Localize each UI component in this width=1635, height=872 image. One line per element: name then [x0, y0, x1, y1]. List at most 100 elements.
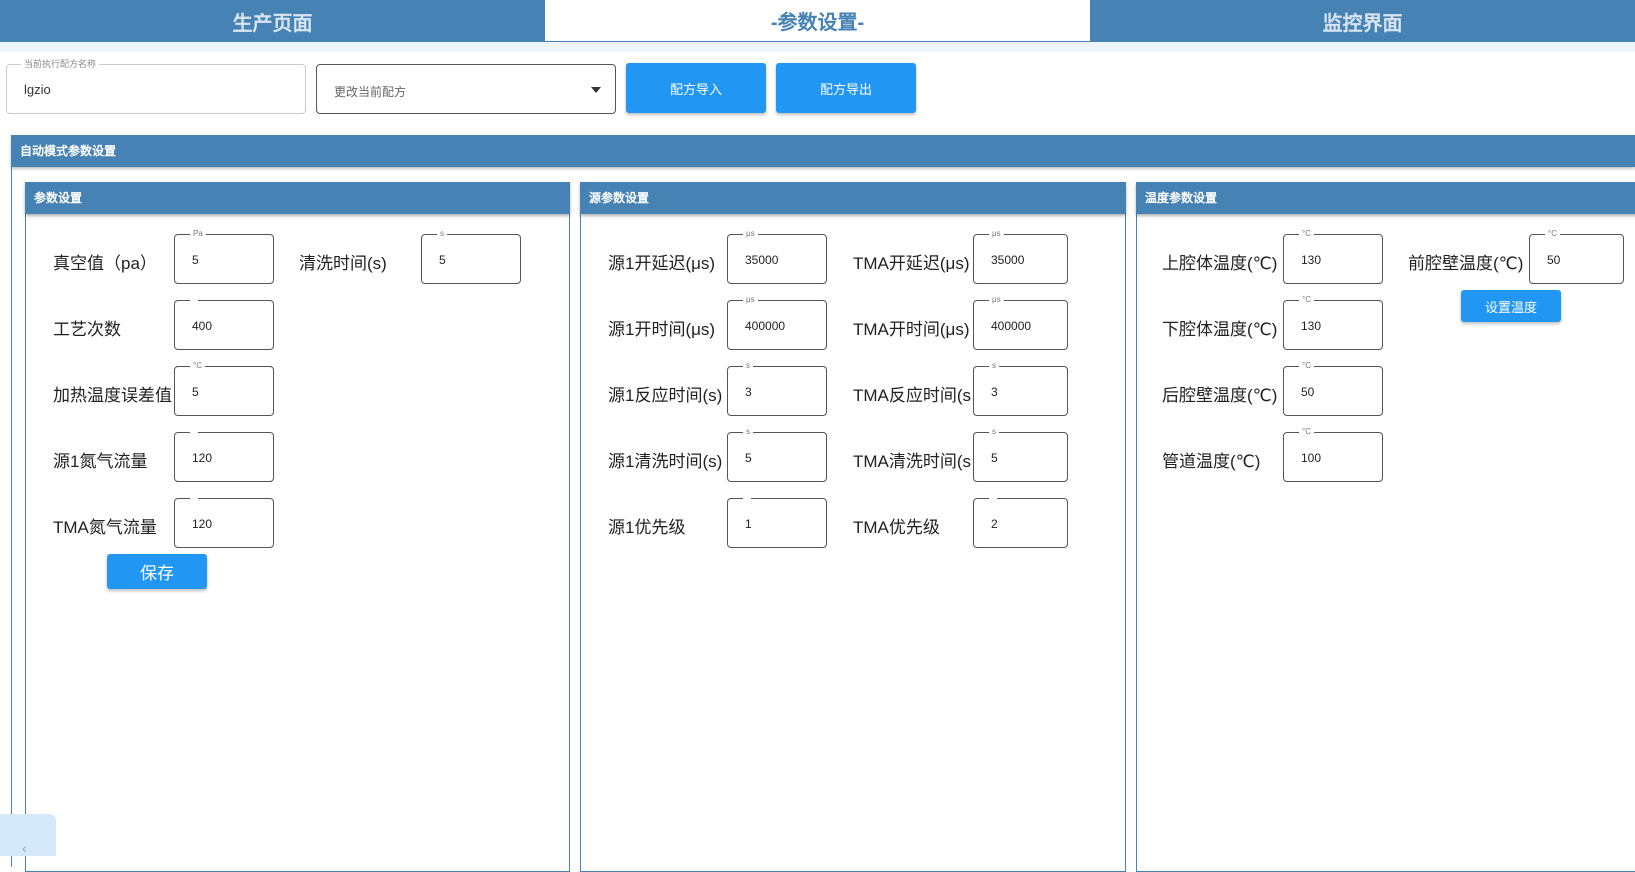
tab-production[interactable]: 生产页面 [0, 0, 545, 42]
save-button[interactable]: 保存 [107, 554, 207, 589]
tma-clean-time-value: 5 [991, 451, 998, 465]
top-tab-bar: 生产页面 -参数设置- 监控界面 [0, 0, 1635, 42]
tma-react-time-value: 3 [991, 385, 998, 399]
tma-open-delay-label: TMA开延迟(μs) [853, 254, 970, 273]
tma-open-time-unit: μs [989, 295, 1004, 305]
tma-n2-flow-label: TMA氮气流量 [53, 518, 157, 537]
src1-react-time-label: 源1反应时间(s) [608, 386, 723, 405]
src1-priority-label: 源1优先级 [608, 518, 686, 537]
src1-priority-input[interactable]: 1 [727, 493, 827, 548]
tma-clean-time-input[interactable]: s 5 [973, 427, 1068, 482]
temperature-panel-title: 温度参数设置 [1136, 182, 1635, 214]
upper-chamber-temp-unit: °C [1299, 229, 1314, 239]
src1-clean-time-unit: s [743, 427, 753, 437]
recipe-export-button[interactable]: 配方导出 [776, 63, 916, 113]
src1-open-time-unit: μs [743, 295, 758, 305]
clean-time-label: 清洗时间(s) [299, 254, 387, 273]
tma-priority-value: 2 [991, 517, 998, 531]
lower-chamber-temp-input[interactable]: °C 130 [1283, 295, 1383, 350]
change-recipe-placeholder: 更改当前配方 [334, 85, 407, 99]
pipe-temp-label: 管道温度(℃) [1162, 452, 1261, 471]
src1-open-time-label: 源1开时间(μs) [608, 320, 716, 339]
pipe-temp-unit: °C [1299, 427, 1314, 437]
pipe-temp-value: 100 [1301, 451, 1322, 465]
recipe-import-button[interactable]: 配方导入 [626, 63, 766, 113]
tab-strip [0, 42, 1635, 52]
src1-open-delay-value: 35000 [745, 253, 779, 267]
src1-open-time-value: 400000 [745, 319, 786, 333]
params-panel-title: 参数设置 [25, 182, 570, 214]
src1-clean-time-label: 源1清洗时间(s) [608, 452, 723, 471]
rear-wall-temp-value: 50 [1301, 385, 1315, 399]
process-count-value: 400 [192, 319, 213, 333]
change-recipe-select[interactable]: 更改当前配方 [316, 64, 616, 114]
lower-chamber-temp-value: 130 [1301, 319, 1322, 333]
current-recipe-field: 当前执行配方名称 lgzio [6, 58, 306, 114]
upper-chamber-temp-value: 130 [1301, 253, 1322, 267]
dropdown-arrow-icon [591, 87, 601, 93]
tma-react-time-unit: s [989, 361, 999, 371]
tma-priority-input[interactable]: 2 [973, 493, 1068, 548]
pipe-temp-input[interactable]: °C 100 [1283, 427, 1383, 482]
vacuum-input[interactable]: Pa 5 [174, 229, 274, 284]
tma-clean-time-unit: s [989, 427, 999, 437]
tab-monitoring[interactable]: 监控界面 [1090, 0, 1635, 42]
tma-open-delay-input[interactable]: μs 35000 [973, 229, 1068, 284]
tma-priority-unit [989, 493, 997, 503]
clean-time-input[interactable]: s 5 [421, 229, 521, 284]
tma-open-time-value: 400000 [991, 319, 1032, 333]
clean-time-unit: s [437, 229, 447, 239]
src1-open-delay-input[interactable]: μs 35000 [727, 229, 827, 284]
auto-mode-section-title: 自动模式参数设置 [11, 135, 1635, 167]
front-wall-temp-input[interactable]: °C 50 [1529, 229, 1624, 284]
src1-n2-flow-input[interactable]: 120 [174, 427, 274, 482]
tma-open-time-input[interactable]: μs 400000 [973, 295, 1068, 350]
upper-chamber-temp-input[interactable]: °C 130 [1283, 229, 1383, 284]
src1-open-delay-unit: μs [743, 229, 758, 239]
source-panel-title: 源参数设置 [580, 182, 1126, 214]
tma-n2-flow-unit [190, 493, 198, 503]
src1-react-time-unit: s [743, 361, 753, 371]
tma-n2-flow-input[interactable]: 120 [174, 493, 274, 548]
src1-react-time-value: 3 [745, 385, 752, 399]
src1-open-delay-label: 源1开延迟(μs) [608, 254, 716, 273]
front-wall-temp-unit: °C [1545, 229, 1560, 239]
heat-temp-error-input[interactable]: °C 5 [174, 361, 274, 416]
src1-clean-time-input[interactable]: s 5 [727, 427, 827, 482]
tma-open-time-label: TMA开时间(μs) [853, 320, 970, 339]
rear-wall-temp-input[interactable]: °C 50 [1283, 361, 1383, 416]
heat-temp-error-value: 5 [192, 385, 199, 399]
lower-chamber-temp-unit: °C [1299, 295, 1314, 305]
src1-n2-flow-unit [190, 427, 198, 437]
src1-open-time-input[interactable]: μs 400000 [727, 295, 827, 350]
current-recipe-legend: 当前执行配方名称 [21, 58, 100, 70]
lower-chamber-temp-label: 下腔体温度(℃) [1162, 320, 1278, 339]
tma-priority-label: TMA优先级 [853, 518, 940, 537]
vacuum-label: 真空值（pa） [53, 254, 157, 273]
set-temperature-button[interactable]: 设置温度 [1461, 290, 1561, 322]
upper-chamber-temp-label: 上腔体温度(℃) [1162, 254, 1278, 273]
tma-n2-flow-value: 120 [192, 517, 213, 531]
process-count-label: 工艺次数 [53, 320, 121, 339]
tma-open-delay-value: 35000 [991, 253, 1025, 267]
tma-open-delay-unit: μs [989, 229, 1004, 239]
chevron-icon: ‹ [22, 840, 27, 856]
process-count-unit [190, 295, 198, 305]
tma-clean-time-label: TMA清洗时间(s [853, 452, 972, 471]
src1-n2-flow-label: 源1氮气流量 [53, 452, 148, 471]
current-recipe-value: lgzio [24, 82, 51, 97]
src1-priority-value: 1 [745, 517, 752, 531]
temperature-panel: 温度参数设置 [1136, 182, 1635, 872]
heat-temp-error-unit: °C [190, 361, 205, 371]
collapse-handle[interactable]: ‹ [0, 814, 56, 856]
tma-react-time-input[interactable]: s 3 [973, 361, 1068, 416]
src1-clean-time-value: 5 [745, 451, 752, 465]
vacuum-value: 5 [192, 253, 199, 267]
src1-n2-flow-value: 120 [192, 451, 213, 465]
clean-time-value: 5 [439, 253, 446, 267]
src1-react-time-input[interactable]: s 3 [727, 361, 827, 416]
tma-react-time-label: TMA反应时间(s [853, 386, 972, 405]
heat-temp-error-label: 加热温度误差值 [53, 386, 172, 405]
process-count-input[interactable]: 400 [174, 295, 274, 350]
tab-parameter-settings[interactable]: -参数设置- [545, 0, 1090, 42]
